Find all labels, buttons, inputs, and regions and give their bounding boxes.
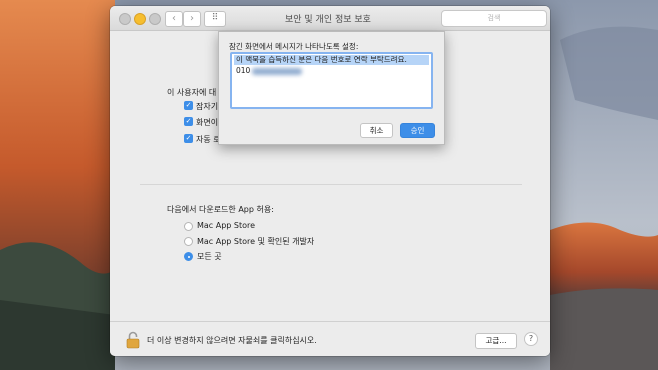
- radio-mac-app-store-label: Mac App Store: [197, 221, 256, 230]
- radio-anywhere[interactable]: [184, 252, 193, 261]
- back-icon[interactable]: ‹: [165, 11, 183, 27]
- lock-icon[interactable]: [126, 331, 140, 352]
- lock-message-label: 더 이상 변경하지 않으려면 자물쇠를 클릭하십시오.: [147, 336, 317, 345]
- radio-mac-app-store[interactable]: [184, 222, 193, 231]
- advanced-button[interactable]: 고급...: [475, 333, 517, 349]
- downloads-heading: 다음에서 다운로드한 App 허용:: [167, 205, 274, 214]
- user-section-heading: 이 사용자에 대: [167, 88, 217, 97]
- title-bar: ‹ › ⠿ 보안 및 개인 정보 보호 검색: [110, 6, 550, 31]
- checkbox-sleep[interactable]: ✓: [184, 101, 193, 110]
- close-light[interactable]: [119, 13, 131, 25]
- radio-identified-developers-label: Mac App Store 및 확인된 개발자: [197, 237, 315, 246]
- checkbox-auto-label: 자동 로: [196, 135, 221, 144]
- sheet-title: 잠긴 화면에서 메시지가 나타나도록 설정:: [229, 42, 359, 51]
- section-divider: [140, 184, 522, 185]
- minimize-light[interactable]: [134, 13, 146, 25]
- grid-icon[interactable]: ⠿: [204, 11, 226, 27]
- radio-anywhere-label: 모든 곳: [197, 252, 222, 261]
- radio-identified-developers[interactable]: [184, 237, 193, 246]
- search-input[interactable]: 검색: [441, 10, 547, 27]
- security-content: 이 사용자에 대 ✓ 잠자기 ✓ 화면이 ✓ 자동 로 다음에서 다운로드한 A…: [110, 31, 550, 321]
- window-title: 보안 및 개인 정보 보호: [285, 15, 371, 25]
- checkbox-sleep-label: 잠자기: [196, 102, 219, 111]
- message-line-2: 010: [236, 66, 251, 75]
- lock-message-sheet: 잠긴 화면에서 메시지가 나타나도록 설정: 이 맥북을 습득하신 분은 다음 …: [218, 31, 445, 145]
- redacted-phone-number: [252, 68, 302, 75]
- cancel-button[interactable]: 취소: [360, 123, 393, 138]
- footer-bar: 더 이상 변경하지 않으려면 자물쇠를 클릭하십시오. 고급... ?: [110, 321, 550, 356]
- message-line-1: 이 맥북을 습득하신 분은 다음 번호로 연락 부탁드려요.: [234, 55, 429, 65]
- lock-message-textarea[interactable]: 이 맥북을 습득하신 분은 다음 번호로 연락 부탁드려요. 010: [230, 52, 433, 109]
- checkbox-auto[interactable]: ✓: [184, 134, 193, 143]
- checkbox-screen[interactable]: ✓: [184, 117, 193, 126]
- checkbox-screen-label: 화면이: [196, 118, 219, 127]
- system-preferences-window: ‹ › ⠿ 보안 및 개인 정보 보호 검색 이 사용자에 대 ✓ 잠자기 ✓ …: [110, 6, 550, 356]
- forward-icon[interactable]: ›: [183, 11, 201, 27]
- ok-button[interactable]: 승인: [400, 123, 435, 138]
- zoom-light[interactable]: [149, 13, 161, 25]
- help-icon[interactable]: ?: [524, 332, 538, 346]
